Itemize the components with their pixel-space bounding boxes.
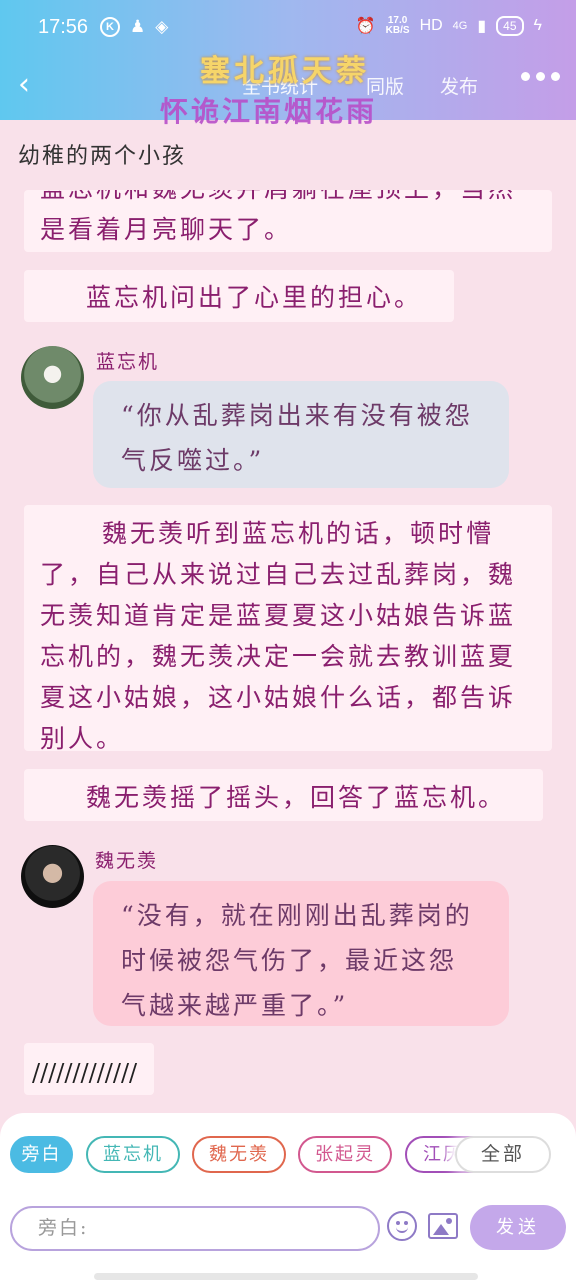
speed-unit: KB/S bbox=[385, 25, 410, 36]
message-input[interactable]: 旁白: bbox=[10, 1206, 380, 1251]
k-app-icon: K bbox=[100, 17, 120, 37]
page-subtitle: 怀诡江南烟花雨 bbox=[160, 95, 378, 128]
network-speed: 17.0 KB/S bbox=[386, 16, 410, 36]
compose-panel: 旁白 蓝忘机 魏无羡 张起灵 江厌离 全部 旁白: 发送 bbox=[0, 1113, 576, 1280]
send-button[interactable]: 发送 bbox=[470, 1205, 566, 1250]
avatar-lan-wangji[interactable] bbox=[21, 346, 84, 409]
narration-bubble[interactable]: ///////////// bbox=[24, 1043, 154, 1095]
dialog-text: “你从乱葬岗出来有没有被怨气反噬过。” bbox=[121, 401, 473, 475]
signal-bars-icon: ▮ bbox=[477, 18, 487, 35]
signal-4g: 4G bbox=[452, 20, 468, 32]
chevron-left-icon: ‹ bbox=[18, 67, 30, 102]
back-button[interactable]: ‹ bbox=[18, 70, 48, 100]
image-icon[interactable] bbox=[428, 1213, 458, 1239]
narration-text: 蓝忘机问出了心里的担心。 bbox=[86, 283, 423, 312]
charging-icon: ϟ bbox=[533, 17, 542, 34]
status-right-icons: ⏰ 17.0 KB/S HD 4G ▮ 45 ϟ bbox=[356, 16, 542, 36]
more-dot-icon bbox=[536, 72, 545, 81]
home-indicator bbox=[94, 1273, 478, 1280]
avatar-wei-wuxian[interactable] bbox=[21, 845, 84, 908]
emoji-icon[interactable] bbox=[387, 1211, 417, 1241]
layers-icon: ◈ bbox=[155, 17, 169, 36]
more-dot-icon bbox=[521, 72, 530, 81]
narration-bubble[interactable]: 蓝忘机问出了心里的担心。 bbox=[24, 270, 454, 322]
dialog-bubble[interactable]: “你从乱葬岗出来有没有被怨气反噬过。” bbox=[93, 381, 509, 488]
status-left-icons: K ♟ ◈ bbox=[100, 17, 168, 37]
speaker-name: 魏无羡 bbox=[95, 850, 159, 872]
role-chip-lan-wangji[interactable]: 蓝忘机 bbox=[86, 1136, 180, 1173]
more-options-button[interactable] bbox=[521, 72, 560, 81]
speaker-name: 蓝忘机 bbox=[96, 351, 160, 373]
narration-text: 蓝忘机和魏无羡并肩躺在屋顶上，当然是看着月亮聊天了。 bbox=[40, 190, 513, 244]
dialog-bubble[interactable]: “没有，就在刚刚出乱葬岗的时候被怨气伤了，最近这怨气越来越严重了。” bbox=[93, 881, 509, 1026]
dialog-text: “没有，就在刚刚出乱葬岗的时候被怨气伤了，最近这怨气越来越严重了。” bbox=[121, 901, 473, 1020]
qq-icon: ♟ bbox=[130, 17, 146, 36]
page-title: 塞北孤天萘 bbox=[200, 54, 370, 89]
alarm-icon: ⏰ bbox=[355, 18, 376, 35]
hd-label: HD bbox=[419, 17, 443, 34]
role-chip-zhang-qiling[interactable]: 张起灵 bbox=[298, 1136, 392, 1173]
role-chip-wei-wuxian[interactable]: 魏无羡 bbox=[192, 1136, 286, 1173]
story-title: 幼稚的两个小孩 bbox=[18, 144, 187, 169]
more-dot-icon bbox=[551, 72, 560, 81]
battery-icon: 45 bbox=[496, 16, 524, 36]
narration-bubble[interactable]: 魏无羡听到蓝忘机的话，顿时懵了，自己从来说过自己去过乱葬岗，魏无羡知道肯定是蓝夏… bbox=[24, 505, 552, 753]
nav-tab-publish[interactable]: 发布 bbox=[440, 72, 478, 99]
all-roles-button[interactable]: 全部 bbox=[455, 1136, 551, 1173]
narration-bubble[interactable]: 魏无羡摇了摇头，回答了蓝忘机。 bbox=[24, 769, 543, 821]
status-time: 17:56 bbox=[38, 16, 89, 38]
narration-bubble[interactable]: 蓝忘机和魏无羡并肩躺在屋顶上，当然是看着月亮聊天了。 bbox=[24, 190, 552, 252]
narration-text: 魏无羡听到蓝忘机的话，顿时懵了，自己从来说过自己去过乱葬岗，魏无羡知道肯定是蓝夏… bbox=[40, 519, 517, 753]
narration-text: 魏无羡摇了摇头，回答了蓝忘机。 bbox=[86, 783, 507, 812]
role-chip-narrator[interactable]: 旁白 bbox=[10, 1136, 73, 1173]
separator-text: ///////////// bbox=[32, 1059, 138, 1087]
